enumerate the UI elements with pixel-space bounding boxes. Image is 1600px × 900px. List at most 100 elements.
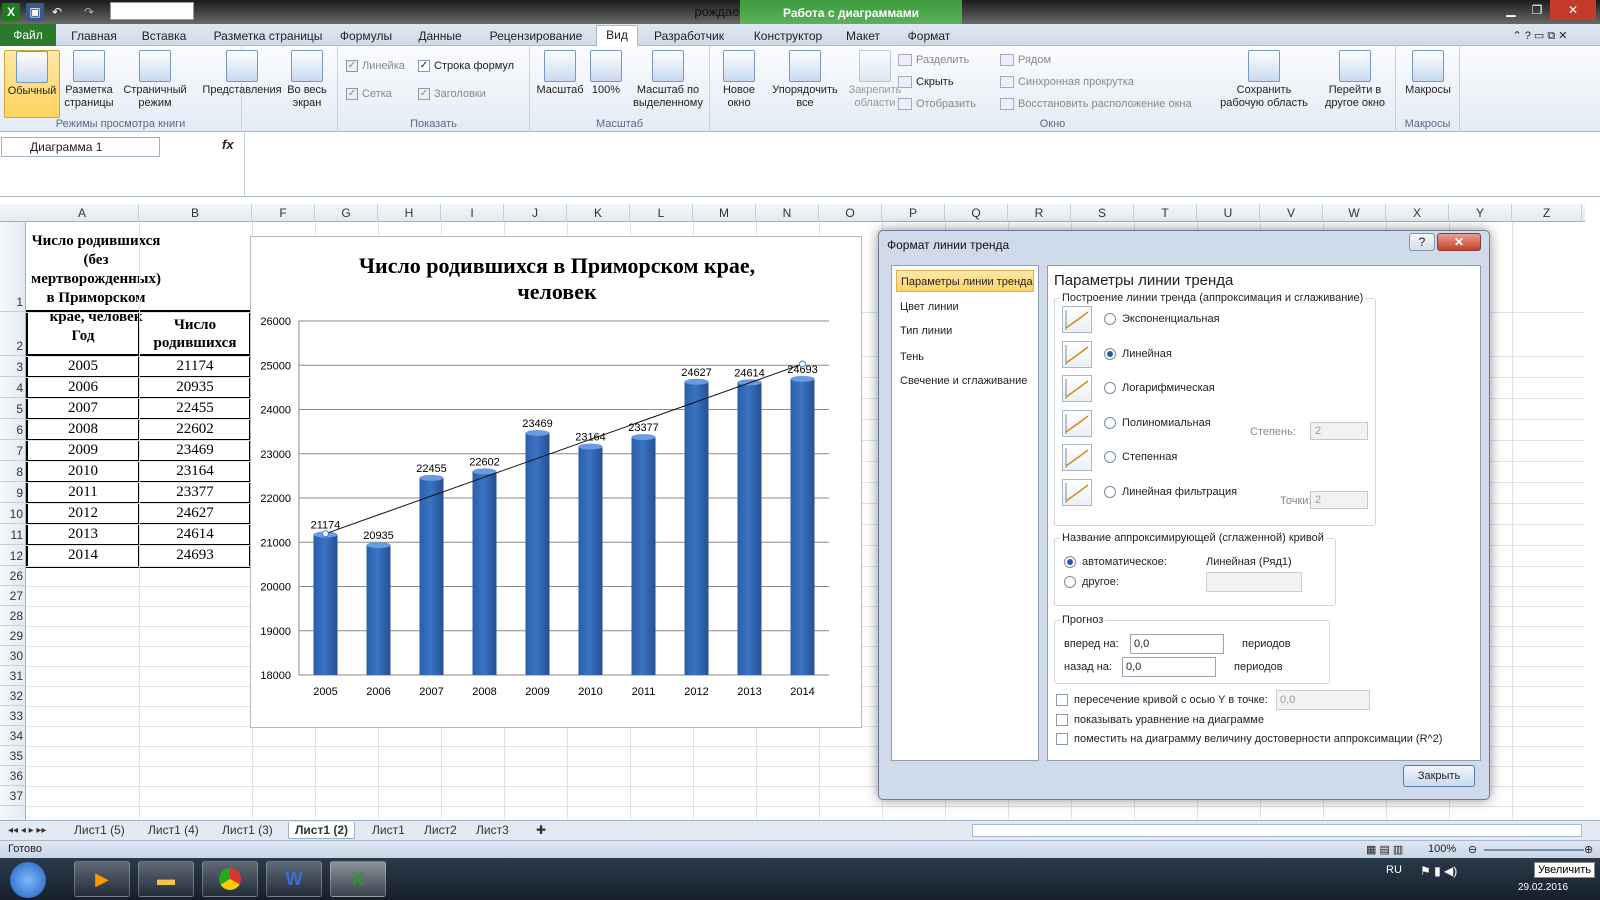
table-cell[interactable]: 2010 xyxy=(28,463,138,480)
column-header[interactable]: O xyxy=(819,204,882,222)
freeze-panes-button[interactable]: Закрепить области xyxy=(844,50,906,110)
column-header[interactable]: T xyxy=(1134,204,1197,222)
table-cell[interactable]: 23164 xyxy=(140,463,250,480)
column-header[interactable]: V xyxy=(1260,204,1323,222)
row-header[interactable]: 6 xyxy=(0,419,26,440)
row-header[interactable]: 29 xyxy=(0,626,26,646)
tab-formulas[interactable]: Формулы xyxy=(334,27,398,46)
dialog-close-icon[interactable]: ✕ xyxy=(1437,233,1481,251)
zoom-100-button[interactable]: 100% xyxy=(588,50,624,97)
tab-home[interactable]: Главная xyxy=(62,27,126,46)
table-cell[interactable]: 2014 xyxy=(28,547,138,564)
row-header[interactable]: 7 xyxy=(0,440,26,461)
power-radio[interactable] xyxy=(1104,451,1116,463)
tab-file[interactable]: Файл xyxy=(0,24,56,46)
formula-input[interactable] xyxy=(244,133,1586,197)
table-cell[interactable]: 22602 xyxy=(140,421,250,438)
tab-view[interactable]: Вид xyxy=(596,25,638,47)
row-header[interactable]: 2 xyxy=(0,312,26,356)
degree-spinner[interactable]: 2 xyxy=(1310,422,1368,440)
intercept-checkbox[interactable] xyxy=(1056,694,1068,706)
zoom-selection-button[interactable]: Масштаб по выделенному xyxy=(628,50,708,110)
tab-insert[interactable]: Вставка xyxy=(132,27,196,46)
sheet-tab-5[interactable]: Лист1 xyxy=(366,822,411,839)
row-header[interactable]: 27 xyxy=(0,586,26,606)
row-header[interactable]: 5 xyxy=(0,398,26,419)
row-header[interactable]: 26 xyxy=(0,566,26,586)
backward-input[interactable]: 0,0 xyxy=(1122,657,1216,677)
nav-shadow[interactable]: Тень xyxy=(896,346,1034,368)
tab-review[interactable]: Рецензирование xyxy=(482,27,590,46)
help-icon[interactable]: ? xyxy=(1409,233,1435,251)
name-auto-radio[interactable] xyxy=(1064,556,1076,568)
tab-developer[interactable]: Разработчик xyxy=(646,27,732,46)
table-cell[interactable]: 2008 xyxy=(28,421,138,438)
view-buttons-icon[interactable]: ▦ ▤ ▥ xyxy=(1366,843,1403,856)
table-cell[interactable]: 24614 xyxy=(140,526,250,543)
close-window-icon[interactable]: ✕ xyxy=(1550,0,1596,20)
column-header[interactable]: K xyxy=(567,204,630,222)
new-window-button[interactable]: Новое окно xyxy=(714,50,764,110)
tab-layout[interactable]: Макет xyxy=(838,27,888,46)
name-box[interactable]: Диаграмма 1 xyxy=(1,137,160,157)
sheet-tab-6[interactable]: Лист2 xyxy=(418,822,463,839)
help-icons[interactable]: ⌃ ? ▭ ⧉ ✕ xyxy=(1490,27,1590,46)
save-workspace-button[interactable]: Сохранить рабочую область xyxy=(1214,50,1314,110)
table-cell[interactable]: 24627 xyxy=(140,505,250,522)
sheet-tab-active[interactable]: Лист1 (2) xyxy=(288,822,356,839)
row-header[interactable]: 12 xyxy=(0,545,26,566)
table-cell[interactable]: 2012 xyxy=(28,505,138,522)
table-cell[interactable]: 2011 xyxy=(28,484,138,501)
normal-view-button[interactable]: Обычный xyxy=(4,50,60,118)
table-cell[interactable]: 22455 xyxy=(140,400,250,417)
column-header[interactable]: L xyxy=(630,204,693,222)
column-header[interactable]: A xyxy=(26,204,139,222)
tab-format[interactable]: Формат xyxy=(900,27,958,46)
ruler-checkbox[interactable]: ✓ Линейка xyxy=(346,60,405,72)
reset-position-button[interactable]: Восстановить расположение окна xyxy=(1000,98,1192,110)
fullscreen-button[interactable]: Во весь экран xyxy=(282,50,332,110)
name-other-input[interactable] xyxy=(1206,572,1302,592)
show-r2-checkbox[interactable] xyxy=(1056,733,1068,745)
close-button[interactable]: Закрыть xyxy=(1403,765,1475,787)
sheet-tab-1[interactable]: Лист1 (5) xyxy=(68,822,131,839)
column-header[interactable]: M xyxy=(693,204,756,222)
unhide-button[interactable]: Отобразить xyxy=(898,98,976,110)
language-indicator[interactable]: RU xyxy=(1386,864,1402,876)
row-header[interactable]: 30 xyxy=(0,646,26,666)
column-header[interactable]: P xyxy=(882,204,945,222)
word-icon[interactable]: W xyxy=(266,861,322,897)
page-layout-button[interactable]: Разметка страницы xyxy=(62,50,116,110)
forward-input[interactable]: 0,0 xyxy=(1130,634,1224,654)
row-header[interactable]: 11 xyxy=(0,524,26,545)
row-header[interactable]: 35 xyxy=(0,746,26,766)
exponential-radio[interactable] xyxy=(1104,313,1116,325)
table-cell[interactable]: 21174 xyxy=(140,358,250,375)
table-cell[interactable]: 2005 xyxy=(28,358,138,375)
tab-data[interactable]: Данные xyxy=(408,27,472,46)
points-spinner[interactable]: 2 xyxy=(1310,491,1368,509)
row-header[interactable]: 34 xyxy=(0,726,26,746)
column-header[interactable]: U xyxy=(1197,204,1260,222)
column-header[interactable]: Q xyxy=(945,204,1008,222)
sheet-tab-7[interactable]: Лист3 xyxy=(470,822,515,839)
table-cell[interactable]: 2007 xyxy=(28,400,138,417)
table-cell[interactable]: 2006 xyxy=(28,379,138,396)
row-header[interactable]: 28 xyxy=(0,606,26,626)
logarithmic-radio[interactable] xyxy=(1104,382,1116,394)
zoom-slider[interactable] xyxy=(1484,849,1584,851)
headings-checkbox[interactable]: ✓ Заголовки xyxy=(418,88,486,100)
sync-scroll-button[interactable]: Синхронная прокрутка xyxy=(1000,76,1134,88)
formula-bar-checkbox[interactable]: ✓ Строка формул xyxy=(418,60,514,72)
sheet-tab-3[interactable]: Лист1 (3) xyxy=(216,822,279,839)
grid-checkbox[interactable]: ✓ Сетка xyxy=(346,88,392,100)
nav-line-style[interactable]: Тип линии xyxy=(896,320,1034,342)
table-cell[interactable]: 2013 xyxy=(28,526,138,543)
tab-page-layout[interactable]: Разметка страницы xyxy=(204,27,332,46)
zoom-in-icon[interactable]: ⊕ xyxy=(1584,843,1593,856)
split-button[interactable]: Разделить xyxy=(898,54,969,66)
sheet-tab-2[interactable]: Лист1 (4) xyxy=(142,822,205,839)
row-header[interactable]: 8 xyxy=(0,461,26,482)
switch-window-button[interactable]: Перейти в другое окно xyxy=(1314,50,1396,110)
intercept-input[interactable]: 0,0 xyxy=(1276,690,1370,710)
